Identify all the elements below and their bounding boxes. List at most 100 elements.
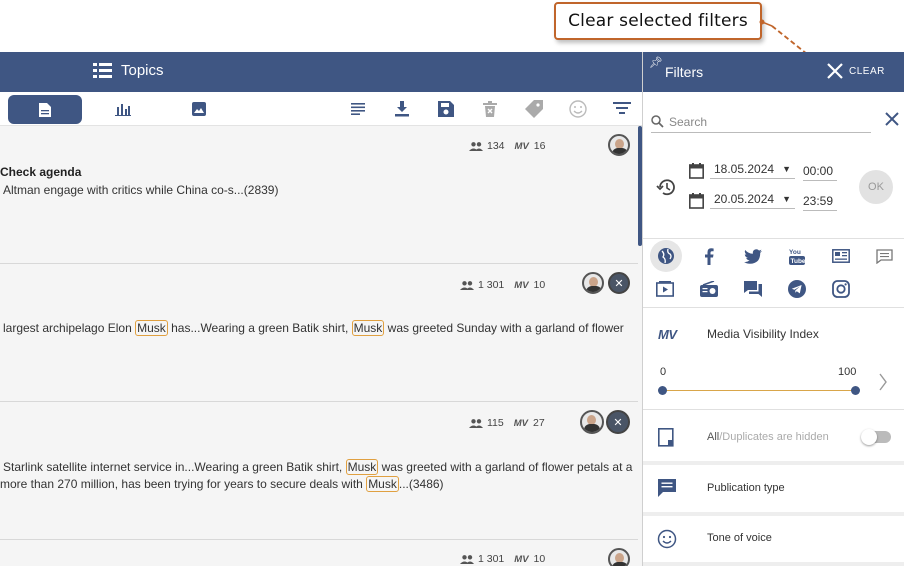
globe-icon [658, 248, 674, 264]
history-icon [656, 179, 675, 196]
audience-icon [460, 280, 474, 290]
source-radio-button[interactable] [698, 278, 720, 300]
keyword-highlight: Musk [345, 459, 379, 475]
twitter-icon [744, 248, 762, 264]
avatar [608, 548, 630, 566]
callout-clear-filters: Clear selected filters [554, 2, 762, 40]
video-icon [656, 281, 674, 297]
source-chat-button[interactable] [742, 278, 764, 300]
close-icon [827, 63, 843, 79]
close-circle-icon: ✕ [608, 272, 630, 294]
sort-filter-button[interactable] [613, 100, 631, 118]
tone-button[interactable] [569, 100, 587, 118]
source-forum-button[interactable] [873, 245, 895, 267]
mv-value: 16 [533, 140, 546, 152]
article-card[interactable]: 1 301 MV 10 [0, 540, 638, 566]
main-header: Topics [0, 52, 642, 92]
divider [643, 461, 904, 465]
text-lines-icon [351, 103, 365, 115]
view-toolbar [0, 92, 642, 126]
avatar [580, 410, 604, 434]
trash-icon [483, 101, 497, 117]
source-twitter-button[interactable] [742, 245, 764, 267]
tab-images[interactable] [190, 100, 208, 118]
mvi-slider-track[interactable] [662, 390, 856, 391]
document-icon [39, 102, 51, 117]
calendar-icon [689, 162, 704, 179]
date-from-field[interactable]: 18.05.2024 ▼ [710, 162, 795, 179]
ok-button[interactable]: OK [859, 170, 893, 204]
article-card[interactable]: 134 MV 16 Check agenda Altman engage wit… [0, 126, 638, 264]
delete-button[interactable] [481, 100, 499, 118]
keyword-highlight: Musk [351, 320, 385, 336]
smiley-icon [569, 100, 587, 118]
comment-icon [875, 248, 893, 264]
time-from-field[interactable]: 00:00 [803, 164, 837, 181]
chat-icon [744, 281, 762, 297]
source-press-button[interactable] [830, 245, 852, 267]
radio-icon [700, 281, 718, 297]
clear-label: CLEAR [849, 65, 885, 77]
articles-feed: 134 MV 16 Check agenda Altman engage wit… [0, 126, 642, 566]
filters-header: 📌︎ Filters CLEAR [643, 52, 904, 92]
audience-value: 134 [487, 140, 505, 152]
tone-of-voice-icon [657, 529, 677, 549]
divider [643, 562, 904, 566]
article-snippet: Starlink satellite internet service in..… [3, 459, 633, 475]
filter-search[interactable]: Search [651, 111, 871, 133]
tone-of-voice-label[interactable]: Tone of voice [707, 532, 772, 544]
search-clear-button[interactable] [885, 112, 899, 131]
date-to-field[interactable]: 20.05.2024 ▼ [710, 192, 795, 209]
mvi-abbr: MV [658, 327, 677, 342]
filters-panel: 📌︎ Filters CLEAR Search 18.05.2024 ▼ 00:0… [642, 52, 904, 566]
article-snippet: Altman engage with critics while China c… [3, 183, 279, 197]
text-view-button[interactable] [349, 100, 367, 118]
svg-text:Tube: Tube [791, 258, 806, 265]
source-video-button[interactable] [654, 278, 676, 300]
search-placeholder: Search [669, 114, 708, 129]
source-youtube-button[interactable]: You Tube [786, 245, 808, 267]
filters-title: Filters [665, 64, 704, 80]
slider-max-label: 100 [838, 366, 857, 378]
mv-abbr: MV [514, 279, 529, 291]
topics-title[interactable]: Topics [93, 62, 164, 79]
article-snippet-line2: more than 270 million, has been trying f… [0, 476, 444, 492]
tab-articles[interactable] [8, 95, 82, 124]
publication-type-label[interactable]: Publication type [707, 482, 785, 494]
slider-min-label: 0 [660, 366, 667, 378]
chevron-right-icon[interactable] [878, 372, 888, 392]
card-meta: 1 301 MV 10 [460, 553, 545, 565]
card-meta: 134 MV 16 [469, 140, 545, 152]
pin-icon[interactable]: 📌︎ [649, 56, 663, 69]
date-to-row: 20.05.2024 ▼ [689, 192, 795, 209]
tab-statistics[interactable] [114, 100, 132, 118]
mvi-label: Media Visibility Index [707, 327, 819, 341]
time-to-field[interactable]: 23:59 [803, 194, 837, 211]
audience-icon [469, 418, 483, 428]
mv-abbr: MV [514, 553, 529, 565]
audience-icon [460, 554, 474, 564]
tag-button[interactable] [525, 100, 543, 118]
article-card[interactable]: 1 301 MV 10 ✕ largest archipelago Elon M… [0, 264, 638, 402]
save-button[interactable] [437, 100, 455, 118]
source-facebook-button[interactable] [698, 245, 720, 267]
duplicates-toggle[interactable] [861, 429, 891, 445]
audience-value: 1 301 [478, 553, 505, 565]
divider [643, 307, 904, 308]
keyword-highlight: Musk [366, 476, 399, 492]
telegram-icon [788, 280, 806, 298]
source-telegram-button[interactable] [786, 278, 808, 300]
svg-text:You: You [789, 249, 801, 256]
duplicates-icon [658, 428, 674, 447]
list-icon [93, 63, 112, 78]
download-button[interactable] [393, 100, 411, 118]
clear-filters-button[interactable]: CLEAR [827, 63, 885, 79]
mvi-slider-max-handle[interactable] [851, 386, 860, 395]
source-instagram-button[interactable] [830, 278, 852, 300]
article-card[interactable]: 115 MV 27 ✕ Starlink satellite internet … [0, 402, 638, 540]
card-meta: 1 301 MV 10 [460, 279, 545, 291]
mvi-slider-min-handle[interactable] [658, 386, 667, 395]
tag-icon [525, 100, 543, 118]
source-all-button[interactable] [650, 240, 682, 272]
mv-value: 10 [533, 553, 546, 565]
